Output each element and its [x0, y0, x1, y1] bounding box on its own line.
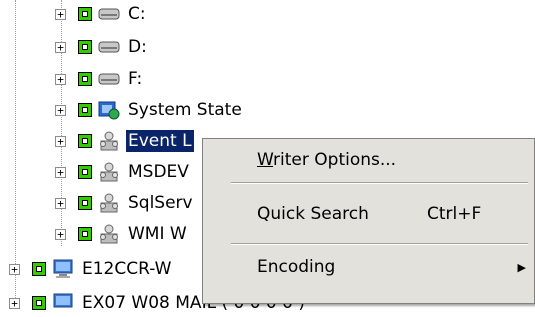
tree-item-label: WMI W	[128, 224, 187, 244]
submenu-arrow-icon: ▶	[517, 260, 526, 274]
tree-item-label: F:	[128, 69, 143, 89]
backup-checkbox[interactable]	[78, 7, 92, 21]
tree-item-label: C:	[128, 4, 146, 24]
system-state-icon	[98, 100, 120, 120]
writer-icon	[98, 193, 120, 213]
drive-icon	[98, 37, 120, 57]
context-menu: Writer Options... Quick Search Ctrl+F En…	[202, 138, 535, 304]
backup-checkbox[interactable]	[32, 296, 46, 310]
expand-icon[interactable]: +	[55, 135, 66, 147]
drive-icon	[98, 4, 120, 24]
tree-item-label: MSDEV	[128, 162, 189, 182]
tree-item-drive-c[interactable]: + C:	[55, 0, 148, 28]
tree-item-computer-e12ccr[interactable]: + E12CCR-W	[9, 255, 174, 283]
menu-item-encoding[interactable]: Encoding ▶	[203, 250, 534, 284]
expand-icon[interactable]: +	[55, 104, 66, 116]
expand-icon[interactable]: +	[55, 8, 66, 20]
backup-checkbox[interactable]	[78, 134, 92, 148]
tree-item-drive-d[interactable]: + D:	[55, 33, 149, 61]
backup-checkbox[interactable]	[78, 103, 92, 117]
tree-item-sqlserver[interactable]: + SqlServ	[55, 189, 195, 217]
writer-icon	[98, 131, 120, 151]
menu-item-label: Quick Search	[257, 204, 369, 224]
backup-checkbox[interactable]	[78, 165, 92, 179]
computer-icon	[52, 259, 74, 279]
menu-separator	[231, 243, 528, 245]
tree-item-label: System State	[128, 100, 242, 120]
menu-item-writer-options[interactable]: Writer Options...	[203, 143, 534, 177]
menu-separator	[231, 182, 528, 184]
backup-checkbox[interactable]	[78, 196, 92, 210]
expand-icon[interactable]: +	[55, 197, 66, 209]
drive-icon	[98, 69, 120, 89]
expand-icon[interactable]: +	[9, 297, 20, 309]
expand-icon[interactable]: +	[55, 41, 66, 53]
tree-item-system-state[interactable]: + System State	[55, 96, 244, 124]
computer-icon	[52, 293, 74, 313]
writer-icon	[98, 162, 120, 182]
menu-item-quick-search[interactable]: Quick Search Ctrl+F	[203, 197, 534, 231]
expand-icon[interactable]: +	[55, 73, 66, 85]
tree-item-label: E12CCR-W	[82, 259, 172, 279]
tree-item-drive-f[interactable]: + F:	[55, 65, 144, 93]
backup-checkbox[interactable]	[78, 40, 92, 54]
expand-icon[interactable]: +	[55, 228, 66, 240]
tree-item-msdev[interactable]: + MSDEV	[55, 158, 191, 186]
tree-item-label: SqlServ	[128, 193, 193, 213]
tree-item-wmi[interactable]: + WMI W	[55, 220, 189, 248]
menu-item-label: Encoding	[257, 257, 336, 277]
backup-checkbox[interactable]	[32, 262, 46, 276]
tree-item-event-log[interactable]: + Event L	[55, 127, 194, 155]
tree-item-label: D:	[128, 37, 147, 57]
menu-item-label: Writer Options...	[257, 150, 397, 170]
writer-icon	[98, 224, 120, 244]
expand-icon[interactable]: +	[9, 263, 20, 275]
menu-item-shortcut: Ctrl+F	[427, 204, 482, 224]
backup-checkbox[interactable]	[78, 227, 92, 241]
backup-checkbox[interactable]	[78, 72, 92, 86]
expand-icon[interactable]: +	[55, 166, 66, 178]
tree-item-label: Event L	[126, 130, 194, 152]
